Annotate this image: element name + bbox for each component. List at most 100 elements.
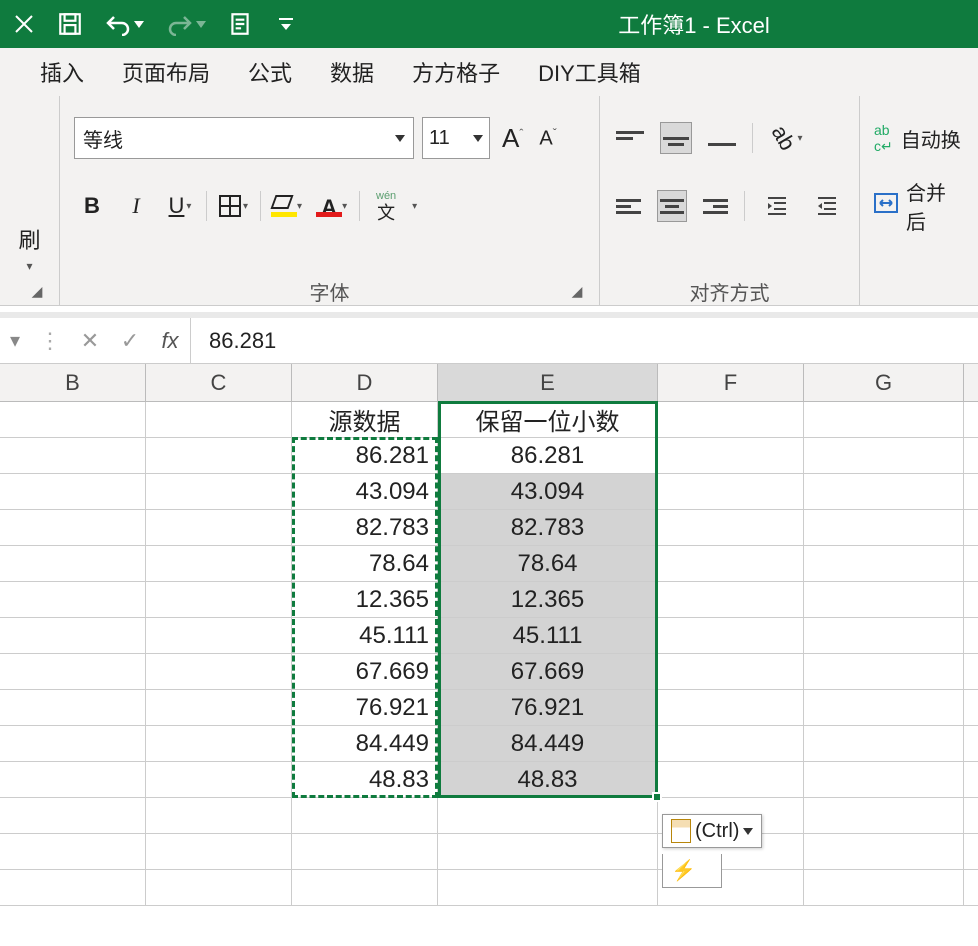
cell-d[interactable]: 48.83 <box>292 762 438 797</box>
cell[interactable] <box>0 618 146 653</box>
cell-d[interactable]: 43.094 <box>292 474 438 509</box>
tab-fanggezi[interactable]: 方方格子 <box>412 56 500 88</box>
cell-e[interactable]: 76.921 <box>438 690 658 725</box>
cell[interactable] <box>658 510 804 545</box>
cell-e[interactable]: 78.64 <box>438 546 658 581</box>
cell[interactable] <box>804 654 964 689</box>
cell[interactable] <box>658 582 804 617</box>
cell-d[interactable]: 86.281 <box>292 438 438 473</box>
tab-data[interactable]: 数据 <box>330 56 374 88</box>
tab-formulas[interactable]: 公式 <box>248 56 292 88</box>
cell[interactable] <box>146 618 292 653</box>
phonetic-guide-button[interactable]: wén 文 <box>368 186 404 226</box>
cell[interactable] <box>658 438 804 473</box>
cell[interactable] <box>292 798 438 833</box>
cell[interactable] <box>146 474 292 509</box>
cell[interactable] <box>658 618 804 653</box>
clipboard-dialog-launcher-icon[interactable]: ◢ <box>29 283 45 299</box>
cell-d[interactable]: 82.783 <box>292 510 438 545</box>
cell[interactable] <box>658 546 804 581</box>
cell-d[interactable]: 67.669 <box>292 654 438 689</box>
wrap-text-label[interactable]: 自动换 <box>901 124 961 153</box>
cell-e[interactable]: 12.365 <box>438 582 658 617</box>
undo-icon[interactable] <box>102 10 146 38</box>
cell[interactable] <box>292 870 438 905</box>
cell[interactable] <box>804 402 964 437</box>
enter-formula-button[interactable]: ✓ <box>110 328 150 354</box>
cell[interactable] <box>146 546 292 581</box>
tab-page-layout[interactable]: 页面布局 <box>122 56 210 88</box>
cell[interactable] <box>0 834 146 869</box>
cell[interactable] <box>804 618 964 653</box>
grow-font-button[interactable]: Aˆ <box>498 123 527 154</box>
tab-diy-toolbox[interactable]: DIY工具箱 <box>538 56 641 88</box>
cell[interactable] <box>146 834 292 869</box>
cell-d[interactable]: 12.365 <box>292 582 438 617</box>
cell-e[interactable]: 45.111 <box>438 618 658 653</box>
align-middle-button[interactable] <box>660 122 692 154</box>
cell[interactable] <box>146 798 292 833</box>
cell[interactable] <box>438 798 658 833</box>
format-painter-dropdown[interactable]: ▾ <box>26 259 32 273</box>
align-top-button[interactable] <box>614 122 646 154</box>
col-header-g[interactable]: G <box>804 364 964 401</box>
close-icon[interactable] <box>10 10 38 38</box>
cell[interactable] <box>146 582 292 617</box>
col-header-c[interactable]: C <box>146 364 292 401</box>
save-icon[interactable] <box>56 10 84 38</box>
tab-insert[interactable]: 插入 <box>40 56 84 88</box>
font-name-select[interactable]: 等线 <box>74 117 414 159</box>
align-center-button[interactable] <box>657 190 687 222</box>
spreadsheet-grid[interactable]: B C D E F G 源数据 保留一位小数 86.281 86.281 43 <box>0 364 978 906</box>
cell-e[interactable]: 43.094 <box>438 474 658 509</box>
cell[interactable] <box>292 834 438 869</box>
orientation-button[interactable]: ab ▾ <box>767 118 807 158</box>
cancel-formula-button[interactable]: ✕ <box>70 328 110 354</box>
smart-tag-button[interactable]: ⚡ <box>662 854 722 888</box>
align-left-button[interactable] <box>614 190 643 222</box>
redo-icon[interactable] <box>164 10 208 38</box>
cell[interactable] <box>146 690 292 725</box>
insert-function-button[interactable]: fx <box>150 328 190 354</box>
cell-e[interactable]: 86.281 <box>438 438 658 473</box>
fill-color-button[interactable]: ▾ <box>269 186 306 226</box>
col-header-b[interactable]: B <box>0 364 146 401</box>
bold-button[interactable]: B <box>74 186 110 226</box>
cell-e[interactable]: 67.669 <box>438 654 658 689</box>
cell-d[interactable]: 76.921 <box>292 690 438 725</box>
cell-e[interactable]: 82.783 <box>438 510 658 545</box>
cell[interactable] <box>0 402 146 437</box>
cell[interactable] <box>146 402 292 437</box>
cell[interactable] <box>658 474 804 509</box>
cell[interactable] <box>146 510 292 545</box>
cell[interactable] <box>146 654 292 689</box>
font-color-button[interactable]: A ▾ <box>314 186 351 226</box>
cell[interactable] <box>438 870 658 905</box>
cell[interactable] <box>804 546 964 581</box>
cell-d[interactable]: 84.449 <box>292 726 438 761</box>
header-e[interactable]: 保留一位小数 <box>438 402 658 437</box>
cell[interactable] <box>0 870 146 905</box>
cell[interactable] <box>804 690 964 725</box>
cell[interactable] <box>0 438 146 473</box>
cell[interactable] <box>804 798 964 833</box>
cell[interactable] <box>0 474 146 509</box>
cell-d[interactable]: 45.111 <box>292 618 438 653</box>
col-header-e[interactable]: E <box>438 364 658 401</box>
cell[interactable] <box>0 726 146 761</box>
cell[interactable] <box>804 762 964 797</box>
cell[interactable] <box>146 870 292 905</box>
cell[interactable] <box>0 654 146 689</box>
align-right-button[interactable] <box>701 190 730 222</box>
paste-options-button[interactable]: (Ctrl) <box>662 814 762 848</box>
shrink-font-button[interactable]: Aˇ <box>535 126 560 151</box>
cell[interactable] <box>804 474 964 509</box>
cell[interactable] <box>0 582 146 617</box>
cell[interactable] <box>0 798 146 833</box>
col-header-d[interactable]: D <box>292 364 438 401</box>
cell[interactable] <box>438 834 658 869</box>
col-header-f[interactable]: F <box>658 364 804 401</box>
name-box-dropdown[interactable]: ▾ <box>0 328 30 353</box>
cell[interactable] <box>804 438 964 473</box>
cell[interactable] <box>658 690 804 725</box>
